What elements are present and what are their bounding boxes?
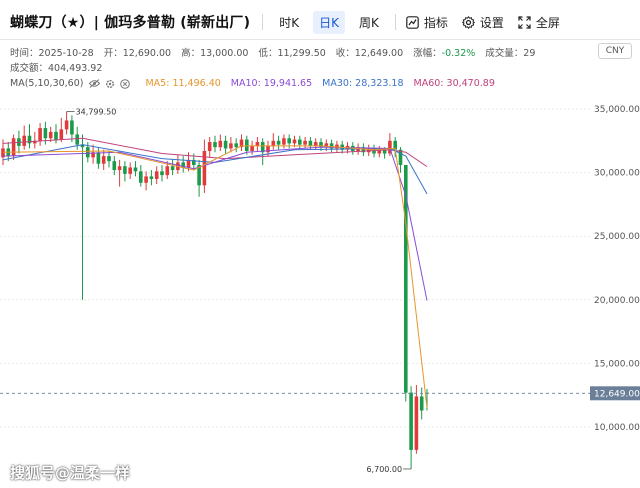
candle-body: [282, 138, 286, 145]
candle-body: [54, 131, 58, 140]
candle-body: [202, 150, 207, 186]
y-tick-label: 15,000.00: [594, 359, 640, 369]
title-divider: [262, 14, 264, 30]
candle-body: [86, 147, 90, 158]
candle-body: [404, 164, 408, 393]
candle-body: [123, 166, 127, 174]
candle-body: [255, 142, 260, 146]
ma5-line: [2, 145, 428, 409]
candle-body: [250, 145, 254, 151]
candle-body: [298, 139, 302, 145]
max-price-label: 34,799.50: [76, 108, 117, 117]
info-time: 时间：2025-10-28: [10, 48, 94, 59]
candle-body: [48, 131, 53, 139]
candle-body: [308, 140, 313, 146]
candle-body: [154, 171, 159, 179]
candle-body: [59, 129, 64, 140]
ma10-line: [2, 146, 428, 301]
candle-body: [64, 120, 69, 130]
tab-weekly[interactable]: 周K: [353, 11, 385, 34]
candle-body: [271, 140, 276, 146]
ma10-value: MA10: 19,941.65: [230, 78, 313, 89]
candle-body: [234, 143, 238, 148]
candle-body: [117, 166, 122, 171]
watermark-text: 搜狐号@温柔一样: [10, 464, 131, 482]
candle-body: [107, 156, 111, 162]
info-change-value: -0.32%: [441, 48, 476, 59]
fullscreen-icon: [518, 15, 531, 29]
y-tick-label: 10,000.00: [594, 423, 640, 433]
candle-body: [292, 139, 297, 144]
candle-body: [207, 142, 212, 151]
candle-body: [223, 140, 228, 149]
page-title: 蝴蝶刀（★）| 伽玛多普勒 (崭新出厂): [10, 15, 251, 31]
candle-body: [11, 138, 16, 157]
candle-body: [144, 176, 148, 183]
ma30-value: MA30: 28,323.18: [322, 78, 404, 89]
candle-body: [170, 166, 175, 171]
gear-icon: [461, 15, 475, 29]
fullscreen-button[interactable]: 全屏: [518, 14, 560, 31]
indicators-label: 指标: [423, 15, 448, 30]
settings-label: 设置: [479, 15, 504, 30]
y-tick-label: 35,000.00: [594, 105, 640, 115]
candle-body: [149, 176, 154, 179]
info-open: 开：12,690.00: [103, 48, 172, 59]
current-price-label: 12,649.00: [594, 389, 640, 399]
header-bar: 蝴蝶刀（★）| 伽玛多普勒 (崭新出厂) 时K 日K 周K 指标 设置 全屏: [0, 0, 640, 44]
candle-body: [112, 161, 117, 171]
candle-body: [303, 140, 307, 145]
candle-body: [139, 171, 143, 183]
info-change-label: 涨幅：: [413, 48, 442, 59]
candle-body: [213, 142, 217, 148]
gear-icon[interactable]: [105, 79, 115, 89]
candle-body: [96, 152, 101, 164]
info-close: 收：12,649.00: [335, 48, 404, 59]
candle-body: [276, 140, 281, 145]
eye-icon[interactable]: [89, 79, 101, 88]
y-tick-label: 20,000.00: [594, 296, 640, 306]
indicators-icon: [406, 15, 419, 29]
tab-daily[interactable]: 日K: [313, 10, 345, 34]
candle-body: [43, 128, 48, 139]
candle-body: [313, 142, 318, 146]
candle-body: [245, 139, 249, 151]
y-tick-label: 25,000.00: [594, 232, 640, 242]
settings-button[interactable]: 设置: [461, 14, 504, 31]
candle-body: [160, 171, 164, 176]
candle-body: [133, 167, 138, 172]
header-divider: [0, 39, 640, 40]
ma60-value: MA60: 30,470.89: [413, 78, 495, 89]
tab-hourly[interactable]: 时K: [273, 11, 305, 34]
ma-label: MA(5,10,30,60): [10, 78, 84, 89]
ohlc-info-panel: 时间：2025-10-28 开：12,690.00 高：13,000.00 低：…: [10, 46, 545, 91]
info-low: 低：11,299.50: [258, 48, 326, 59]
y-tick-label: 30,000.00: [594, 169, 640, 179]
candle-body: [101, 156, 106, 164]
info-high: 高：13,000.00: [181, 48, 249, 59]
candle-body: [75, 134, 79, 145]
candle-body: [414, 396, 419, 450]
fullscreen-label: 全屏: [535, 15, 560, 30]
candle-body: [128, 167, 132, 174]
candle-body: [218, 140, 223, 148]
candle-body: [287, 138, 291, 144]
info-change: 涨幅：-0.32%: [413, 46, 475, 61]
currency-selector[interactable]: CNY: [598, 43, 632, 59]
indicators-button[interactable]: 指标: [406, 14, 448, 31]
close-icon[interactable]: [120, 78, 131, 89]
candle-body: [229, 143, 233, 149]
info-volume: 成交量：29: [485, 48, 536, 59]
tabs-divider: [394, 14, 396, 30]
candle-body: [409, 392, 413, 450]
min-price-label: 6,700.00: [366, 465, 402, 474]
candle-body: [70, 120, 74, 135]
candle-body: [22, 135, 26, 146]
info-amount: 成交额：404,493.92: [10, 63, 103, 74]
candle-body: [419, 396, 424, 411]
ma5-value: MA5: 11,496.40: [145, 78, 221, 89]
candle-body: [38, 128, 42, 141]
candle-body: [165, 166, 170, 176]
